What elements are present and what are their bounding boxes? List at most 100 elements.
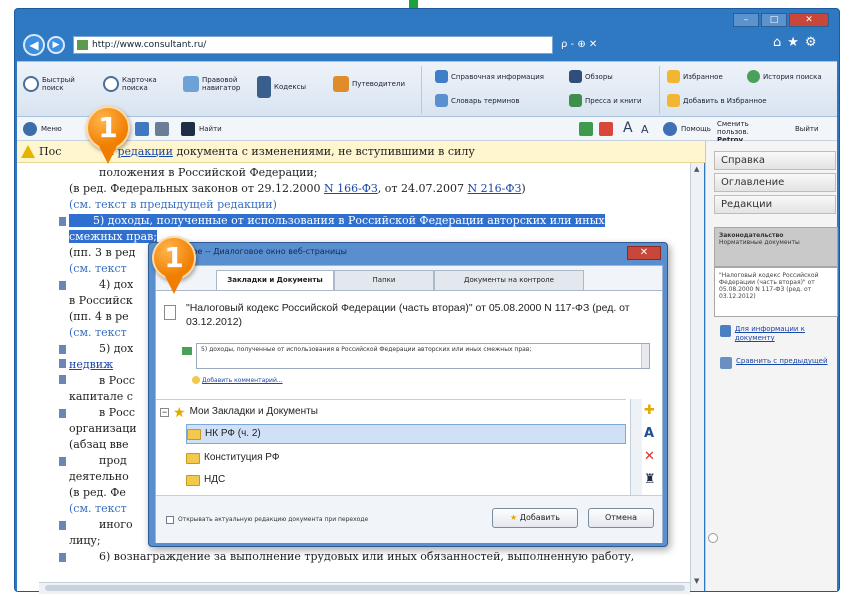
paragraph-marker[interactable]	[59, 281, 66, 290]
paragraph-marker[interactable]	[59, 359, 66, 368]
ribbon-navigator[interactable]: Правовой навигатор	[183, 76, 240, 92]
compare-link[interactable]: Сравнить с предыдущей	[736, 357, 828, 369]
minimize-button[interactable]: –	[733, 13, 759, 27]
ribbon-reference-info[interactable]: Справочная информация	[435, 70, 544, 83]
ribbon-label: Путеводители	[352, 80, 405, 88]
back-button[interactable]: ◀	[23, 34, 45, 56]
document-vertical-scrollbar[interactable]: ▲ ▼	[690, 163, 704, 591]
see-text: (см. текст	[69, 502, 127, 515]
doc-line: иного	[99, 518, 133, 531]
scroll-thumb[interactable]	[45, 585, 685, 591]
ribbon-press[interactable]: Пресса и книги	[569, 94, 642, 107]
home-icon[interactable]: ⌂	[773, 35, 781, 55]
delete-doc-icon[interactable]	[599, 122, 613, 136]
paragraph-marker[interactable]	[59, 217, 66, 226]
info-link[interactable]: Для информации к документу	[735, 325, 836, 343]
settings-gear-icon[interactable]: ⚙	[805, 35, 817, 55]
new-folder-icon[interactable]: ✚	[644, 403, 660, 418]
panel-toggle-icon[interactable]	[708, 533, 718, 543]
highlighted-line[interactable]: 5) доходы, полученные от использования в…	[69, 213, 605, 229]
ribbon-search-card[interactable]: Карточка поиска	[103, 76, 157, 92]
bookmark-comment-field[interactable]: 5) доходы, полученные от использования в…	[196, 343, 650, 369]
comment-scrollbar[interactable]	[641, 344, 649, 368]
collapse-icon[interactable]: −	[160, 407, 169, 417]
print-icon[interactable]	[155, 122, 169, 136]
menu-icon[interactable]	[23, 122, 37, 136]
info-link-row[interactable]: Для информации к документу	[720, 325, 836, 343]
add-button[interactable]: ★ Добавить	[492, 508, 578, 528]
editions-tab-button[interactable]: Редакции	[714, 195, 836, 214]
doc-line: капитале с	[69, 390, 133, 403]
export-icon[interactable]	[579, 122, 593, 136]
folder-item-constitution[interactable]: Конституция РФ	[186, 448, 279, 468]
doc-line: деятельно	[69, 470, 129, 483]
binoculars-icon[interactable]	[181, 122, 195, 136]
law-link[interactable]: N 166-ФЗ	[324, 182, 378, 195]
compare-link-row[interactable]: Сравнить с предыдущей	[720, 357, 836, 369]
ribbon-guides[interactable]: Путеводители	[333, 76, 405, 92]
tree-root[interactable]: − ★ Мои Закладки и Документы	[160, 402, 318, 422]
ribbon-add-favorites[interactable]: Добавить в Избранное	[667, 94, 767, 107]
add-comment-link[interactable]: Добавить комментарий...	[202, 377, 283, 384]
find-binoculars-icon[interactable]: ♜	[644, 472, 660, 487]
doc-line: положения в Российской Федерации;	[99, 166, 318, 179]
exit-label[interactable]: Выйти	[795, 125, 819, 133]
window-controls: – □ ✕	[733, 13, 829, 27]
paragraph-marker[interactable]	[59, 457, 66, 466]
scroll-up-icon[interactable]: ▲	[694, 165, 699, 173]
paragraph-marker[interactable]	[59, 409, 66, 418]
add-button-label: Добавить	[519, 513, 560, 522]
save-icon[interactable]	[135, 122, 149, 136]
menu-label[interactable]: Меню	[41, 125, 62, 133]
law-link[interactable]: N 216-ФЗ	[467, 182, 521, 195]
address-bar[interactable]: http://www.consultant.ru/	[73, 36, 553, 54]
folder-item-nk[interactable]: НК РФ (ч. 2)	[186, 424, 626, 444]
paragraph-marker[interactable]	[59, 375, 66, 384]
doc-line[interactable]: недвиж	[69, 357, 113, 373]
help-tab-button[interactable]: Справка	[714, 151, 836, 170]
forward-button[interactable]: ▶	[47, 36, 65, 54]
ribbon-label: Кодексы	[274, 83, 307, 91]
see-previous-edition-link[interactable]: (см. текст в предыдущей редакции)	[69, 197, 277, 213]
comment-text: 5) доходы, полученные от использования в…	[201, 346, 532, 353]
document-horizontal-scrollbar[interactable]	[39, 582, 690, 594]
find-label[interactable]: Найти	[199, 125, 222, 133]
font-increase-icon[interactable]: A	[623, 120, 633, 136]
see-link[interactable]: (см. текст	[69, 325, 127, 341]
highlighted-line[interactable]: смежных прав;	[69, 229, 157, 245]
folder-item-nds[interactable]: НДС	[186, 470, 225, 490]
scroll-down-icon[interactable]: ▼	[694, 577, 699, 585]
ribbon-codes[interactable]: Кодексы	[257, 76, 306, 98]
paragraph-marker[interactable]	[59, 345, 66, 354]
delete-icon[interactable]: ✕	[644, 449, 660, 464]
tab-folders[interactable]: Папки	[334, 270, 434, 290]
font-decrease-icon[interactable]: A	[641, 123, 649, 136]
help-label[interactable]: Помощь	[681, 125, 711, 133]
help-icon[interactable]	[663, 122, 677, 136]
contents-tab-button[interactable]: Оглавление	[714, 173, 836, 192]
see-link[interactable]: (см. текст	[69, 261, 127, 277]
callout-number: 1	[86, 106, 130, 150]
ribbon-reviews[interactable]: Обзоры	[569, 70, 613, 83]
rename-icon[interactable]: A	[644, 426, 660, 441]
ribbon-dictionary[interactable]: Словарь терминов	[435, 94, 520, 107]
dialog-main: "Налоговый кодекс Российской Федерации (…	[156, 290, 662, 543]
favorites-star-icon[interactable]: ★	[787, 35, 799, 55]
ribbon-history[interactable]: История поиска	[747, 70, 822, 83]
ribbon-quick-search[interactable]: Быстрый поиск	[23, 76, 75, 92]
tab-bookmarks-documents[interactable]: Закладки и Документы	[216, 270, 334, 290]
close-window-button[interactable]: ✕	[789, 13, 829, 27]
ribbon-favorites[interactable]: Избранное	[667, 70, 723, 83]
doc-link[interactable]: недвиж	[69, 358, 113, 371]
actual-edition-checkbox[interactable]	[166, 516, 174, 524]
cancel-button[interactable]: Отмена	[588, 508, 654, 528]
address-tools[interactable]: ρ - ⊕ ✕	[561, 36, 651, 54]
tree-scrollbar[interactable]	[630, 399, 642, 495]
warning-triangle-icon	[21, 145, 35, 158]
see-link[interactable]: (см. текст	[69, 501, 127, 517]
paragraph-marker[interactable]	[59, 553, 66, 562]
dialog-close-button[interactable]: ✕	[627, 246, 661, 260]
maximize-button[interactable]: □	[761, 13, 787, 27]
paragraph-marker[interactable]	[59, 521, 66, 530]
tab-controlled-documents[interactable]: Документы на контроле	[434, 270, 584, 290]
